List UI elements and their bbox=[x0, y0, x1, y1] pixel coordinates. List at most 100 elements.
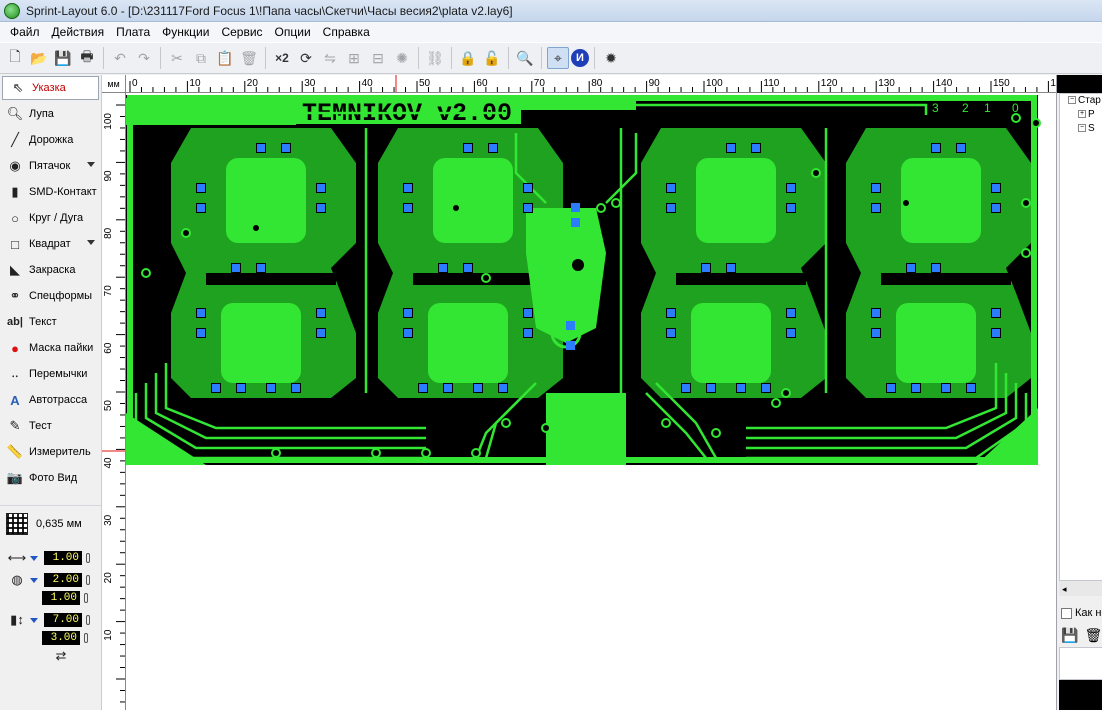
pcb-board[interactable]: TEMNIKOV v2.00 DECGFABDDECGFABD 3 2 1 0 bbox=[126, 93, 1056, 710]
tool-special-shapes[interactable]: ⚭ Спецформы bbox=[0, 283, 101, 309]
menu-actions[interactable]: Действия bbox=[46, 22, 111, 42]
spin-knob[interactable] bbox=[86, 615, 90, 625]
tool-fill[interactable]: ◣ Закраска bbox=[0, 257, 101, 283]
mirror-icon[interactable]: ⇋ bbox=[319, 47, 341, 69]
toolbar-separator bbox=[103, 47, 104, 69]
tool-measure[interactable]: 📏 Измеритель bbox=[0, 439, 101, 465]
tool-square[interactable]: □ Квадрат bbox=[0, 231, 101, 257]
pcb-canvas[interactable]: TEMNIKOV v2.00 DECGFABDDECGFABD 3 2 1 0 bbox=[126, 93, 1056, 710]
track-width-field[interactable]: 1.00 bbox=[44, 551, 82, 565]
tool-jumper[interactable]: ⸳⸳ Перемычки bbox=[0, 361, 101, 387]
tool-circle[interactable]: ○ Круг / Дуга bbox=[0, 205, 101, 231]
preview-black bbox=[1059, 680, 1102, 710]
magnifier-icon: 🔍︎ bbox=[6, 106, 24, 121]
pad-mode-icon[interactable]: ⌖ bbox=[547, 47, 569, 69]
delete-icon[interactable]: 🗑 bbox=[238, 47, 260, 69]
ruler-label: 50 bbox=[103, 400, 114, 412]
spin-knob[interactable] bbox=[86, 575, 90, 585]
chevron-down-icon[interactable] bbox=[30, 577, 38, 583]
menu-options[interactable]: Опции bbox=[269, 22, 317, 42]
duplicate-x2-button[interactable]: ×2 bbox=[271, 47, 293, 69]
tool-autoroute[interactable]: A Автотрасса bbox=[0, 387, 101, 413]
save-icon[interactable]: 💾 bbox=[52, 47, 74, 69]
spin-knob[interactable] bbox=[84, 593, 88, 603]
copy-icon[interactable]: ⧉ bbox=[190, 47, 212, 69]
chevron-down-icon[interactable] bbox=[30, 555, 38, 561]
tool-solder-mask[interactable]: ● Маска пайки bbox=[0, 335, 101, 361]
tree-node[interactable]: − S bbox=[1060, 122, 1102, 136]
scroll-left-icon[interactable]: ◂ bbox=[1059, 584, 1067, 594]
lock-icon[interactable]: 🔒 bbox=[457, 47, 479, 69]
grid-selector[interactable]: 0,635 мм bbox=[0, 505, 101, 537]
tree-node[interactable]: − Стар bbox=[1060, 94, 1102, 108]
via bbox=[251, 223, 261, 233]
segment-gap bbox=[206, 273, 336, 285]
smd-pad bbox=[524, 329, 532, 337]
chevron-down-icon[interactable] bbox=[87, 240, 95, 245]
smd-pad bbox=[464, 264, 472, 272]
new-file-icon[interactable]: 🗋 bbox=[4, 47, 26, 69]
tool-label: SMD-Контакт bbox=[29, 186, 97, 198]
ruler-label: 30 bbox=[304, 78, 316, 89]
save-icon[interactable]: 💾 bbox=[1061, 627, 1078, 644]
smd-height-field[interactable]: 3.00 bbox=[42, 631, 80, 645]
smd-width-field[interactable]: 7.00 bbox=[44, 613, 82, 627]
smd-pad bbox=[872, 204, 880, 212]
chevron-down-icon[interactable] bbox=[30, 617, 38, 623]
open-folder-icon[interactable]: 📂 bbox=[28, 47, 50, 69]
print-icon[interactable]: 🖶 bbox=[76, 47, 98, 69]
menu-board[interactable]: Плата bbox=[110, 22, 156, 42]
cut-icon[interactable]: ✂ bbox=[166, 47, 188, 69]
smd-pad bbox=[489, 144, 497, 152]
toolbar-separator bbox=[594, 47, 595, 69]
ungroup-icon[interactable]: ⊟ bbox=[367, 47, 389, 69]
spin-knob[interactable] bbox=[84, 633, 88, 643]
vertical-ruler: 100 90 80 70 60 50 40 30 20 10 bbox=[102, 93, 126, 710]
tool-pad[interactable]: ◉ Пятачок bbox=[0, 153, 101, 179]
rotate-icon[interactable]: ⟳ bbox=[295, 47, 317, 69]
checkbox[interactable] bbox=[1061, 607, 1072, 619]
unlock-icon[interactable]: 🔓 bbox=[481, 47, 503, 69]
tool-photo-view[interactable]: 📷 Фото Вид bbox=[0, 465, 101, 491]
expand-icon[interactable]: + bbox=[1078, 110, 1086, 119]
smd-pad bbox=[887, 384, 895, 392]
smd-pad bbox=[707, 384, 715, 392]
tool-label: Текст bbox=[29, 316, 57, 328]
tree-node-label: S bbox=[1088, 123, 1095, 134]
tool-test[interactable]: ✎ Тест bbox=[0, 413, 101, 439]
connections-icon[interactable]: ⛓ bbox=[424, 47, 446, 69]
segment-lower bbox=[221, 303, 301, 383]
pad-outer-field[interactable]: 2.00 bbox=[44, 573, 82, 587]
spin-knob[interactable] bbox=[86, 553, 90, 563]
tree-node[interactable]: + Р bbox=[1060, 108, 1102, 122]
menu-functions[interactable]: Функции bbox=[156, 22, 215, 42]
tool-track[interactable]: ╱ Дорожка bbox=[0, 127, 101, 153]
menu-file[interactable]: Файл bbox=[4, 22, 46, 42]
pad-inner-field[interactable]: 1.00 bbox=[42, 591, 80, 605]
delete-icon[interactable]: 🗑 bbox=[1084, 627, 1102, 644]
tool-text[interactable]: ab| Текст bbox=[0, 309, 101, 335]
align-icon[interactable]: ✺ bbox=[391, 47, 413, 69]
checkbox-row[interactable]: Как н bbox=[1061, 607, 1101, 619]
component-tree[interactable]: − Стар + Р − S bbox=[1059, 93, 1102, 593]
menu-service[interactable]: Сервис bbox=[215, 22, 268, 42]
collapse-icon[interactable]: − bbox=[1068, 96, 1076, 105]
chevron-down-icon[interactable] bbox=[87, 162, 95, 167]
menu-help[interactable]: Справка bbox=[317, 22, 376, 42]
tree-scrollbar[interactable]: ◂ bbox=[1059, 580, 1102, 596]
info-icon[interactable]: И bbox=[571, 49, 589, 67]
smd-pad bbox=[566, 321, 575, 330]
undo-icon[interactable]: ↶ bbox=[109, 47, 131, 69]
smd-pad bbox=[737, 384, 745, 392]
via bbox=[711, 428, 721, 438]
component-icon[interactable]: ✹ bbox=[600, 47, 622, 69]
collapse-icon[interactable]: − bbox=[1078, 124, 1086, 133]
redo-icon[interactable]: ↷ bbox=[133, 47, 155, 69]
swap-icon[interactable]: ⇄ bbox=[50, 648, 72, 664]
tool-smd-pad[interactable]: ▮ SMD-Контакт bbox=[0, 179, 101, 205]
magnifier-icon[interactable]: 🔍 bbox=[514, 47, 536, 69]
paste-icon[interactable]: 📋 bbox=[214, 47, 236, 69]
tool-magnifier[interactable]: 🔍︎ Лупа bbox=[0, 101, 101, 127]
group-icon[interactable]: ⊞ bbox=[343, 47, 365, 69]
tool-pointer[interactable]: ⇖ Указка bbox=[2, 76, 99, 100]
